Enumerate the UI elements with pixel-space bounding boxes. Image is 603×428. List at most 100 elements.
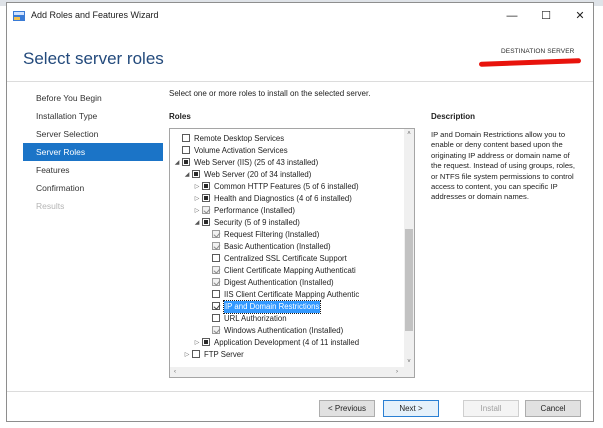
role-checkbox[interactable] [202,218,210,226]
instructions-text: Select one or more roles to install on t… [169,89,371,98]
role-tree-item[interactable]: ▷ Application Development (4 of 11 instal… [170,337,402,349]
role-tree-item[interactable]: IIS Client Certificate Mapping Authentic [170,289,402,301]
step-before-you-begin[interactable]: Before You Begin [23,89,163,107]
wizard-steps-nav: Before You Begin Installation Type Server … [23,89,163,215]
role-label[interactable]: Volume Activation Services [194,145,288,157]
cancel-button[interactable]: Cancel [525,400,581,417]
roles-tree[interactable]: Remote Desktop Services Volume Activation… [169,128,415,378]
role-label[interactable]: FTP Server [204,349,244,361]
role-checkbox[interactable] [182,134,190,142]
role-checkbox[interactable] [192,170,200,178]
role-label[interactable]: IP and Domain Restrictions [222,300,322,314]
role-checkbox[interactable] [212,242,220,250]
role-label[interactable]: Web Server (20 of 34 installed) [204,169,311,181]
triangle-right-icon[interactable]: ▷ [194,196,200,202]
role-tree-item[interactable]: Windows Authentication (Installed) [170,325,402,337]
triangle-right-icon[interactable]: ▷ [194,184,200,190]
role-label[interactable]: Web Server (IIS) (25 of 43 installed) [194,157,318,169]
role-tree-item[interactable]: Volume Activation Services [170,145,402,157]
role-tree-item[interactable]: ▷ Performance (Installed) [170,205,402,217]
role-checkbox[interactable] [212,290,220,298]
description-text: IP and Domain Restrictions allow you to … [431,130,575,202]
scroll-thumb[interactable] [405,229,413,331]
role-tree-item[interactable]: ▷ Common HTTP Features (5 of 6 installed) [170,181,402,193]
roles-heading: Roles [169,112,191,121]
role-checkbox[interactable] [212,254,220,262]
step-features[interactable]: Features [23,161,163,179]
role-tree-item[interactable]: IP and Domain Restrictions [170,300,402,314]
close-button[interactable]: ✕ [565,6,595,26]
description-heading: Description [431,112,476,121]
role-checkbox[interactable] [202,194,210,202]
scroll-left-icon[interactable]: ‹ [170,367,180,377]
footer-divider [7,391,593,392]
role-checkbox[interactable] [202,182,210,190]
window-title: Add Roles and Features Wizard [31,10,159,20]
vertical-scrollbar[interactable]: ˄ ˅ [404,129,414,367]
step-installation-type[interactable]: Installation Type [23,107,163,125]
step-server-selection[interactable]: Server Selection [23,125,163,143]
role-tree-item[interactable]: Centralized SSL Certificate Support [170,253,402,265]
role-label[interactable]: Application Development (4 of 11 install… [214,337,359,349]
role-label[interactable]: Request Filtering (Installed) [224,229,319,241]
role-checkbox[interactable] [202,338,210,346]
role-tree-item[interactable]: Client Certificate Mapping Authenticati [170,265,402,277]
role-label[interactable]: Common HTTP Features (5 of 6 installed) [214,181,359,193]
role-label[interactable]: Performance (Installed) [214,205,295,217]
role-tree-item[interactable]: ◢ Security (5 of 9 installed) [170,217,402,229]
role-label[interactable]: Security (5 of 9 installed) [214,217,300,229]
title-bar[interactable]: Add Roles and Features Wizard — ☐ ✕ [7,3,593,29]
next-button[interactable]: Next > [383,400,439,417]
install-button[interactable]: Install [463,400,519,417]
role-checkbox[interactable] [212,302,220,310]
role-tree-item[interactable]: ◢ Web Server (IIS) (25 of 43 installed) [170,157,402,169]
role-label[interactable]: Remote Desktop Services [194,133,284,145]
role-checkbox[interactable] [182,158,190,166]
role-tree-item[interactable]: Basic Authentication (Installed) [170,241,402,253]
step-results: Results [36,201,65,211]
role-tree-item[interactable]: URL Authorization [170,313,402,325]
previous-button[interactable]: < Previous [319,400,375,417]
role-checkbox[interactable] [192,350,200,358]
role-label[interactable]: Digest Authentication (Installed) [224,277,334,289]
scroll-up-icon[interactable]: ˄ [404,129,414,139]
triangle-down-icon[interactable]: ◢ [184,172,190,178]
step-server-roles[interactable]: Server Roles [23,143,163,161]
role-label[interactable]: IIS Client Certificate Mapping Authentic [224,289,359,301]
role-tree-item[interactable]: Request Filtering (Installed) [170,229,402,241]
role-label[interactable]: Basic Authentication (Installed) [224,241,331,253]
role-label[interactable]: URL Authorization [224,313,287,325]
scroll-right-icon[interactable]: › [392,367,402,377]
triangle-down-icon[interactable]: ◢ [194,220,200,226]
role-tree-item[interactable]: ▷ FTP Server [170,349,402,361]
role-checkbox[interactable] [182,146,190,154]
role-checkbox[interactable] [202,206,210,214]
triangle-right-icon[interactable]: ▷ [184,352,190,358]
minimize-button[interactable]: — [497,6,527,26]
role-tree-item[interactable]: Digest Authentication (Installed) [170,277,402,289]
role-label[interactable]: Health and Diagnostics (4 of 6 installed… [214,193,352,205]
triangle-down-icon[interactable]: ◢ [174,160,180,166]
role-label[interactable]: Client Certificate Mapping Authenticati [224,265,356,277]
scroll-down-icon[interactable]: ˅ [404,357,414,367]
role-checkbox[interactable] [212,278,220,286]
role-tree-item[interactable]: ▷ Health and Diagnostics (4 of 6 installe… [170,193,402,205]
role-label[interactable]: Centralized SSL Certificate Support [224,253,347,265]
maximize-button[interactable]: ☐ [531,6,561,26]
role-checkbox[interactable] [212,230,220,238]
role-checkbox[interactable] [212,314,220,322]
role-checkbox[interactable] [212,266,220,274]
page-title: Select server roles [23,49,164,68]
step-confirmation[interactable]: Confirmation [23,179,163,197]
role-label[interactable]: Windows Authentication (Installed) [224,325,343,337]
destination-server-label: DESTINATION SERVER [501,48,575,55]
role-tree-item[interactable]: ◢ Web Server (20 of 34 installed) [170,169,402,181]
horizontal-scrollbar[interactable]: ‹ › [170,367,414,377]
wizard-header: Select server roles DESTINATION SERVER [7,29,593,82]
role-checkbox[interactable] [212,326,220,334]
role-tree-item[interactable]: Remote Desktop Services [170,133,402,145]
redaction-mark [478,58,582,67]
triangle-right-icon[interactable]: ▷ [194,208,200,214]
wizard-window: Add Roles and Features Wizard — ☐ ✕ Sele… [6,2,594,422]
triangle-right-icon[interactable]: ▷ [194,340,200,346]
